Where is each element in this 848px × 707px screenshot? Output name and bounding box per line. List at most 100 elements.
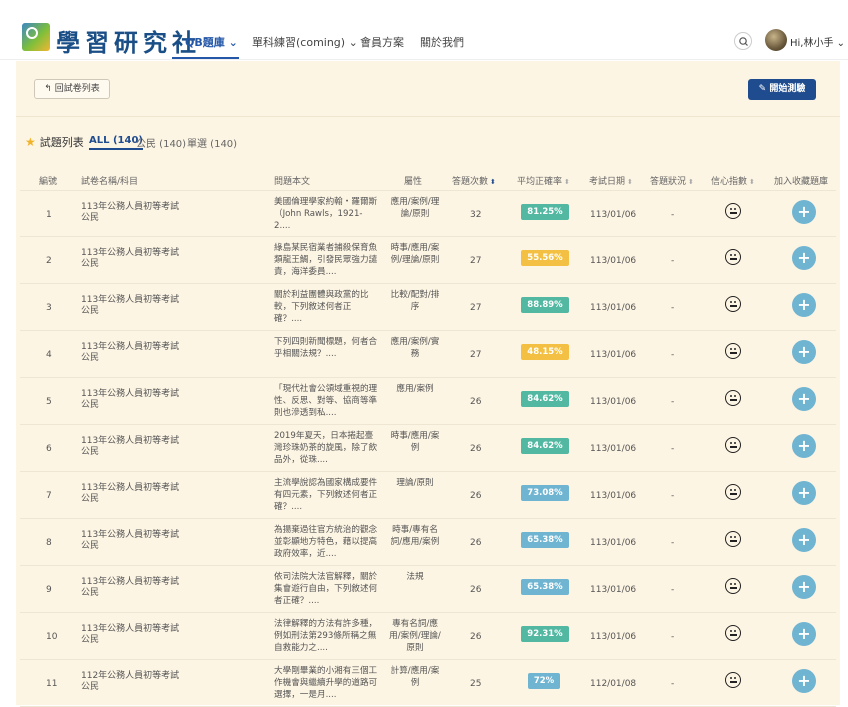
plus-icon: +: [797, 577, 811, 596]
add-favorite-button[interactable]: +: [792, 246, 816, 270]
question-attribute: 理論/原則: [396, 478, 434, 488]
add-favorite-button[interactable]: +: [792, 200, 816, 224]
neutral-face-icon[interactable]: [725, 578, 741, 594]
table-row[interactable]: 11 112年公務人員初等考試 公民 大學剛畢業的小湘有三個工作機會與繼續升學的道路可…: [20, 660, 836, 707]
table-row[interactable]: 10 113年公務人員初等考試 公民 法律解釋的方法有許多種，例如刑法第293條所稱之…: [20, 613, 836, 660]
question-excerpt[interactable]: 關於利益團體與政黨的比較，下列敘述何者正確？....: [274, 289, 378, 325]
plus-icon: +: [797, 624, 811, 643]
add-favorite-button[interactable]: +: [792, 481, 816, 505]
question-excerpt[interactable]: 美國倫理學家約翰・羅爾斯（John Rawls，1921-2....: [274, 196, 378, 232]
add-favorite-button[interactable]: +: [792, 293, 816, 317]
question-excerpt[interactable]: 為揚棄過往官方統治的觀念並彰顯地方特色，藉以提高政府效率，近....: [274, 524, 378, 560]
question-excerpt[interactable]: 大學剛畢業的小湘有三個工作機會與繼續升學的道路可選擇，一是月....: [274, 665, 378, 701]
question-attribute: 計算/應用/案例: [390, 666, 440, 688]
plus-icon: +: [797, 389, 811, 408]
paper-name: 113年公務人員初等考試 公民: [81, 530, 211, 552]
answer-status: -: [671, 679, 675, 689]
col-header-confidence[interactable]: 信心指數 ⬍: [711, 174, 755, 187]
add-favorite-button[interactable]: +: [792, 575, 816, 599]
add-favorite-button[interactable]: +: [792, 622, 816, 646]
exam-date: 113/01/06: [590, 491, 637, 501]
add-favorite-button[interactable]: +: [792, 340, 816, 364]
neutral-face-icon[interactable]: [725, 625, 741, 641]
neutral-face-icon[interactable]: [725, 296, 741, 312]
site-logo-text[interactable]: 學習研究社: [56, 23, 201, 58]
exam-date: 113/01/06: [590, 444, 637, 454]
add-favorite-button[interactable]: +: [792, 434, 816, 458]
question-excerpt[interactable]: 法律解釋的方法有許多種，例如刑法第293條所稱之無自救能力之....: [274, 618, 378, 654]
neutral-face-icon[interactable]: [725, 484, 741, 500]
question-excerpt[interactable]: 綠島某民宿業者捕殺保育魚類龍王鯛，引發民眾強力譴責，海洋委員....: [274, 242, 378, 278]
sort-icon: ⬍: [490, 178, 496, 186]
add-favorite-button[interactable]: +: [792, 528, 816, 552]
table-row[interactable]: 4 113年公務人員初等考試 公民 下列四則新聞標題，何者合乎相關法規？.... 應用/…: [20, 331, 836, 378]
question-number: 1: [46, 210, 52, 220]
question-number: 10: [46, 632, 58, 642]
table-row[interactable]: 7 113年公務人員初等考試 公民 主流學說認為國家構成要件有四元素，下列敘述何者正確…: [20, 472, 836, 519]
accuracy-badge: 88.89%: [521, 297, 569, 313]
table-row[interactable]: 5 113年公務人員初等考試 公民 「現代社會公領域重視的理性、反思、對等、協商等準則…: [20, 378, 836, 425]
table-row[interactable]: 9 113年公務人員初等考試 公民 依司法院大法官解釋，關於集會遊行自由，下列敘述何者…: [20, 566, 836, 613]
col-header-answer-count[interactable]: 答題次數 ⬍: [452, 174, 496, 187]
nav-membership[interactable]: 會員方案: [360, 34, 404, 50]
sort-icon: ⬍: [564, 178, 570, 186]
plus-icon: +: [797, 671, 811, 690]
nav-about[interactable]: 關於我們: [420, 34, 464, 50]
col-header-answer-status[interactable]: 答題狀況 ⬍: [650, 174, 694, 187]
table-row[interactable]: 6 113年公務人員初等考試 公民 2019年夏天，日本捲起臺灣珍珠奶茶的旋風，除了飲…: [20, 425, 836, 472]
answer-status: -: [671, 538, 675, 548]
neutral-face-icon[interactable]: [725, 437, 741, 453]
table-row[interactable]: 2 113年公務人員初等考試 公民 綠島某民宿業者捕殺保育魚類龍王鯛，引發民眾強力譴責…: [20, 237, 836, 284]
add-favorite-button[interactable]: +: [792, 387, 816, 411]
nav-single-subject[interactable]: 單科練習(coming) ⌄: [252, 34, 358, 50]
add-favorite-button[interactable]: +: [792, 669, 816, 693]
neutral-face-icon[interactable]: [725, 531, 741, 547]
neutral-face-icon[interactable]: [725, 672, 741, 688]
accuracy-badge: 55.56%: [521, 250, 569, 266]
nav-qb-bank[interactable]: QB題庫 ⌄: [185, 34, 238, 50]
neutral-face-icon[interactable]: [725, 390, 741, 406]
answer-count: 27: [470, 350, 482, 360]
question-excerpt[interactable]: 主流學說認為國家構成要件有四元素，下列敘述何者正確？....: [274, 477, 378, 513]
question-excerpt[interactable]: 依司法院大法官解釋，關於集會遊行自由，下列敘述何者正確？....: [274, 571, 378, 607]
neutral-face-icon[interactable]: [725, 203, 741, 219]
user-avatar[interactable]: [765, 29, 787, 51]
list-title: ★ 試題列表: [25, 135, 84, 149]
col-header-number: 編號: [39, 177, 58, 187]
divider: [16, 116, 840, 117]
site-logo-icon[interactable]: [22, 23, 50, 51]
filter-civics[interactable]: 公民 (140): [136, 135, 186, 150]
back-to-papers-button[interactable]: ↰ 回試卷列表: [34, 79, 110, 99]
filter-all[interactable]: ALL (140): [89, 135, 143, 150]
question-attribute: 應用/案例/理論/原則: [390, 197, 440, 219]
question-attribute: 法規: [406, 572, 424, 582]
question-attribute: 時事/應用/案例/理論/原則: [390, 243, 440, 265]
accuracy-badge: 73.08%: [521, 485, 569, 501]
question-number: 8: [46, 538, 52, 548]
question-excerpt[interactable]: 2019年夏天，日本捲起臺灣珍珠奶茶的旋風，除了飲品外，從珠....: [274, 430, 378, 466]
table-row[interactable]: 3 113年公務人員初等考試 公民 關於利益團體與政黨的比較，下列敘述何者正確？...…: [20, 284, 836, 331]
table-row[interactable]: 8 113年公務人員初等考試 公民 為揚棄過往官方統治的觀念並彰顯地方特色，藉以提高政…: [20, 519, 836, 566]
neutral-face-icon[interactable]: [725, 343, 741, 359]
plus-icon: +: [797, 483, 811, 502]
question-attribute: 應用/案例/實務: [390, 337, 440, 359]
question-excerpt[interactable]: 下列四則新聞標題，何者合乎相關法規？....: [274, 336, 378, 360]
col-header-exam-date[interactable]: 考試日期 ⬍: [589, 174, 633, 187]
question-list-panel: ↰ 回試卷列表 ✎ 開始測驗 ★ 試題列表 ALL (140) 公民 (140) …: [16, 61, 840, 707]
col-header-accuracy[interactable]: 平均正確率 ⬍: [517, 174, 570, 187]
search-icon[interactable]: [734, 32, 752, 50]
question-excerpt[interactable]: 「現代社會公領域重視的理性、反思、對等、協商等準則也滲透到私....: [274, 383, 378, 419]
accuracy-badge: 65.38%: [521, 532, 569, 548]
table-row[interactable]: 1 113年公務人員初等考試 公民 美國倫理學家約翰・羅爾斯（John Rawls，1…: [20, 190, 836, 237]
neutral-face-icon[interactable]: [725, 249, 741, 265]
filter-single-choice[interactable]: 單選 (140): [187, 135, 237, 150]
start-test-button[interactable]: ✎ 開始測驗: [748, 79, 816, 100]
answer-status: -: [671, 632, 675, 642]
answer-status: -: [671, 210, 675, 220]
star-icon: ★: [25, 135, 36, 149]
accuracy-badge: 92.31%: [521, 626, 569, 642]
user-menu[interactable]: Hi,林小手 ⌄: [790, 34, 845, 49]
plus-icon: +: [797, 436, 811, 455]
answer-status: -: [671, 585, 675, 595]
answer-status: -: [671, 444, 675, 454]
